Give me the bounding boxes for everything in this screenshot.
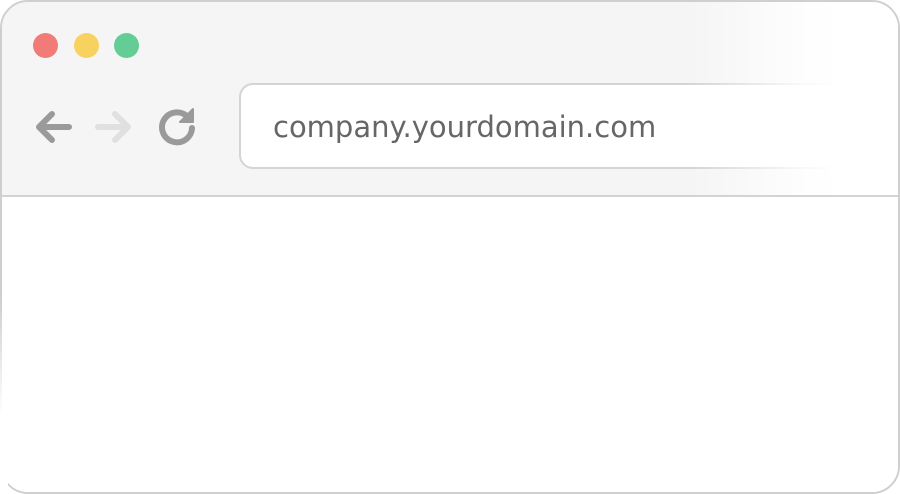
close-window-button[interactable] <box>33 33 58 58</box>
back-button[interactable] <box>31 105 75 149</box>
address-bar[interactable]: company.yourdomain.com <box>239 83 898 169</box>
url-text[interactable]: company.yourdomain.com <box>273 85 656 169</box>
arrow-left-icon <box>36 111 72 143</box>
reload-button[interactable] <box>155 105 199 149</box>
minimize-window-button[interactable] <box>74 33 99 58</box>
maximize-window-button[interactable] <box>114 33 139 58</box>
page-content-area <box>2 197 898 492</box>
browser-toolbar: company.yourdomain.com <box>2 2 898 197</box>
forward-button[interactable] <box>92 105 136 149</box>
reload-icon <box>159 108 195 146</box>
browser-window: company.yourdomain.com <box>0 0 900 494</box>
arrow-right-icon <box>95 111 131 143</box>
